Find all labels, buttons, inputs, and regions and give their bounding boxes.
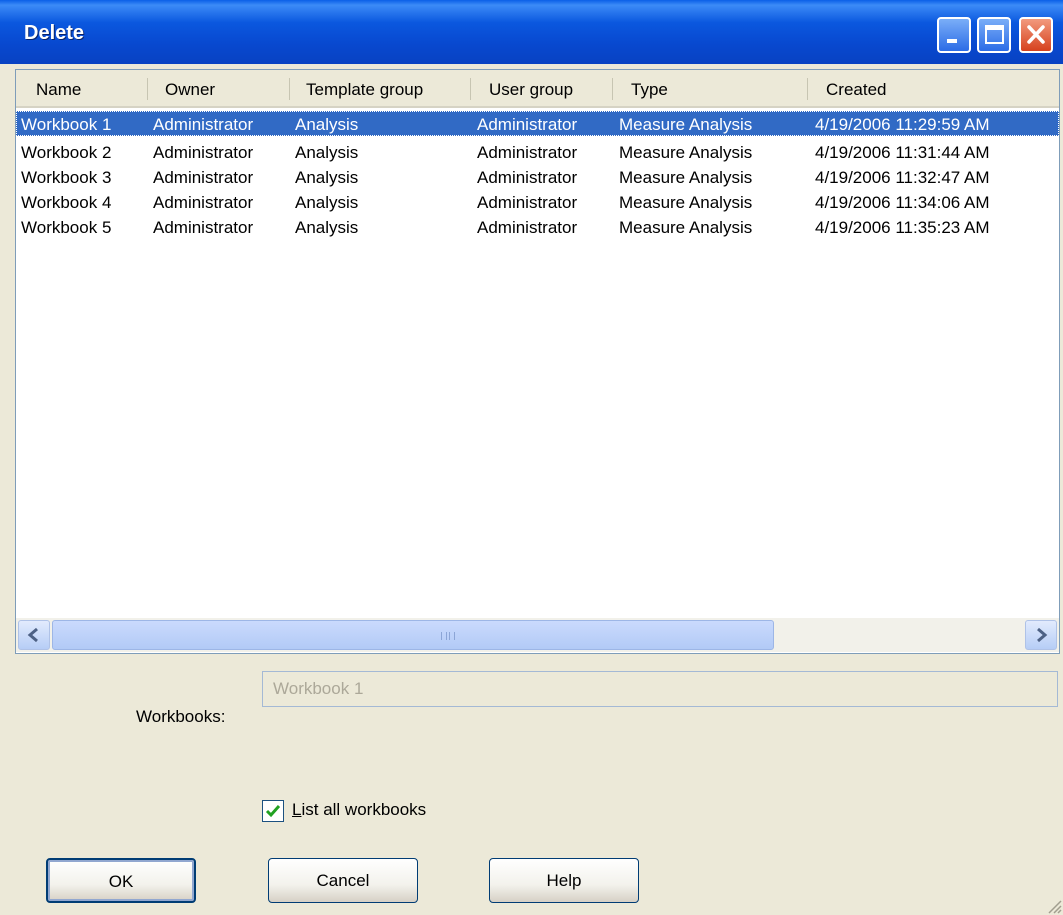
- resize-grip-icon[interactable]: [1043, 895, 1063, 915]
- cell-name: Workbook 1: [21, 115, 112, 134]
- scroll-left-button[interactable]: [18, 620, 50, 650]
- cell-created: 4/19/2006 11:29:59 AM: [815, 115, 990, 134]
- table-row[interactable]: Workbook 3 Administrator Analysis Admini…: [16, 165, 1059, 190]
- chevron-left-icon: [27, 627, 38, 643]
- cell-name: Workbook 2: [21, 143, 112, 162]
- cell-template-group: Analysis: [295, 193, 359, 212]
- workbooks-field[interactable]: Workbook 1: [262, 671, 1058, 707]
- cancel-button[interactable]: Cancel: [268, 858, 418, 903]
- cell-created: 4/19/2006 11:32:47 AM: [815, 168, 990, 187]
- cell-template-group: Analysis: [295, 168, 359, 187]
- checkmark-icon: [265, 805, 281, 818]
- cell-owner: Administrator: [153, 218, 254, 237]
- table-row[interactable]: Workbook 1 Administrator Analysis Admini…: [16, 111, 1059, 136]
- scroll-thumb[interactable]: [52, 620, 774, 650]
- cell-created: 4/19/2006 11:34:06 AM: [815, 193, 990, 212]
- cell-owner: Administrator: [153, 168, 254, 187]
- cell-name: Workbook 3: [21, 168, 112, 187]
- minimize-button[interactable]: [937, 17, 971, 53]
- cell-owner: Administrator: [153, 143, 254, 162]
- column-header-template-group[interactable]: Template group: [289, 70, 470, 106]
- cell-template-group: Analysis: [295, 218, 359, 237]
- cell-created: 4/19/2006 11:31:44 AM: [815, 143, 990, 162]
- workbooks-label: Workbooks:: [136, 707, 226, 726]
- table-row[interactable]: Workbook 4 Administrator Analysis Admini…: [16, 190, 1059, 215]
- cell-name: Workbook 4: [21, 193, 112, 212]
- cell-type: Measure Analysis: [619, 218, 753, 237]
- close-icon: [1027, 25, 1045, 44]
- ok-button[interactable]: OK: [46, 858, 196, 903]
- cell-type: Measure Analysis: [619, 193, 753, 212]
- help-button[interactable]: Help: [489, 858, 639, 903]
- list-all-checkbox[interactable]: [262, 800, 284, 822]
- cell-owner: Administrator: [153, 193, 254, 212]
- minimize-icon: [947, 39, 957, 43]
- delete-dialog: Delete Name Owner Template group User gr…: [0, 0, 1063, 915]
- scroll-right-button[interactable]: [1025, 620, 1057, 650]
- maximize-icon: [985, 25, 1004, 44]
- cell-user-group: Administrator: [477, 168, 578, 187]
- cell-user-group: Administrator: [477, 193, 578, 212]
- cell-template-group: Analysis: [295, 143, 359, 162]
- cell-created: 4/19/2006 11:35:23 AM: [815, 218, 990, 237]
- cell-template-group: Analysis: [295, 115, 359, 134]
- column-header-user-group[interactable]: User group: [470, 70, 612, 106]
- cell-owner: Administrator: [153, 115, 254, 134]
- horizontal-scrollbar[interactable]: [16, 618, 1059, 652]
- column-header-created[interactable]: Created: [807, 70, 1057, 106]
- scroll-grip: [441, 632, 455, 640]
- workbook-list[interactable]: Name Owner Template group User group Typ…: [15, 69, 1060, 654]
- cell-user-group: Administrator: [477, 218, 578, 237]
- list-all-label[interactable]: List all workbooks: [292, 800, 426, 820]
- column-header-type[interactable]: Type: [612, 70, 807, 106]
- chevron-right-icon: [1037, 627, 1048, 643]
- cell-user-group: Administrator: [477, 143, 578, 162]
- title-bar[interactable]: Delete: [0, 0, 1063, 64]
- column-header-name[interactable]: Name: [16, 70, 147, 106]
- close-button[interactable]: [1019, 17, 1053, 53]
- maximize-button[interactable]: [977, 17, 1011, 53]
- column-header-owner[interactable]: Owner: [147, 70, 289, 106]
- window-title: Delete: [24, 22, 85, 44]
- cell-type: Measure Analysis: [619, 168, 753, 187]
- cell-name: Workbook 5: [21, 218, 112, 237]
- table-row[interactable]: Workbook 2 Administrator Analysis Admini…: [16, 140, 1059, 165]
- list-all-label-text: ist all workbooks: [301, 800, 427, 819]
- list-header: Name Owner Template group User group Typ…: [16, 70, 1059, 108]
- cell-type: Measure Analysis: [619, 115, 753, 134]
- cell-user-group: Administrator: [477, 115, 578, 134]
- cell-type: Measure Analysis: [619, 143, 753, 162]
- table-row[interactable]: Workbook 5 Administrator Analysis Admini…: [16, 215, 1059, 240]
